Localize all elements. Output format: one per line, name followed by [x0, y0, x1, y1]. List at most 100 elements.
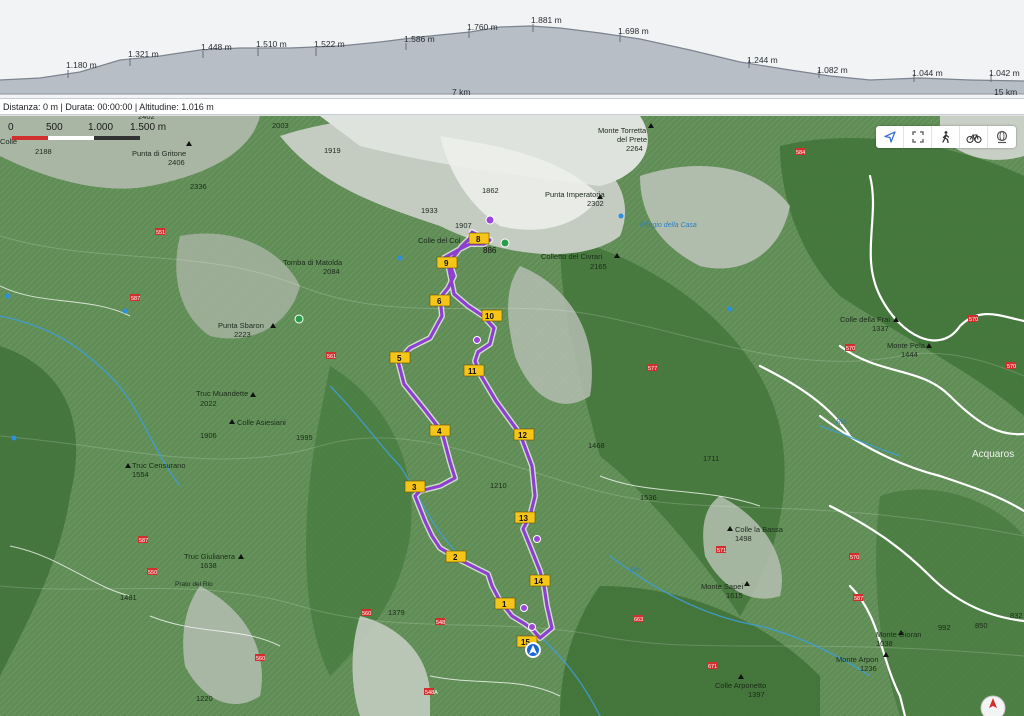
spot-height: 992 [938, 623, 951, 632]
svg-text:584: 584 [796, 150, 805, 156]
map-view[interactable]: Rio Rio 551 587 561 587 550 560 548 577 … [0, 116, 1024, 716]
spot-height: 2402 [138, 116, 155, 121]
peak-label: Truc Muandette [196, 389, 248, 398]
scale-bar-segment [12, 136, 48, 140]
globe-view-button[interactable] [988, 126, 1016, 148]
compass-icon[interactable] [980, 695, 1006, 716]
spot-height: 1711 [703, 454, 719, 463]
waypoint-8[interactable]: 8 [468, 232, 490, 245]
road-tag: 560 [255, 654, 265, 662]
route-pin[interactable] [473, 336, 481, 344]
svg-text:548A: 548A [425, 690, 438, 696]
peak-label: Monte Torretta [598, 126, 647, 135]
svg-text:1.180 m: 1.180 m [66, 60, 97, 70]
svg-text:560: 560 [362, 611, 371, 617]
spot-height: 1862 [482, 186, 499, 195]
peak-height: 1444 [901, 350, 918, 359]
road-tag: 584 [795, 148, 805, 156]
refuge-marker[interactable] [500, 238, 510, 248]
peak-height: 1337 [872, 324, 889, 333]
refuge-marker[interactable] [294, 314, 304, 324]
spot-height: 1379 [388, 608, 405, 617]
road-tag: 561 [326, 352, 336, 360]
peak-label: Monte Arpon [836, 655, 879, 664]
svg-text:2: 2 [453, 553, 458, 562]
route-pin[interactable] [520, 604, 528, 612]
svg-text:671: 671 [708, 664, 717, 670]
svg-text:1: 1 [502, 600, 507, 609]
spot-height: 832 [1010, 611, 1023, 620]
road-tag: 571 [716, 546, 726, 554]
svg-text:570: 570 [850, 555, 859, 561]
road-tag: 587 [853, 594, 863, 602]
locate-arrow-icon [883, 131, 896, 143]
route-pin[interactable] [528, 623, 536, 631]
elevation-profile[interactable]: 1.180 m 1.321 m 1.448 m 1.510 m 1.522 m … [0, 0, 1024, 98]
summit-height: 886 [483, 246, 497, 255]
svg-text:663: 663 [634, 617, 643, 623]
svg-text:570: 570 [969, 317, 978, 323]
water-marker[interactable] [122, 308, 128, 314]
waypoint-2[interactable]: 2 [445, 550, 467, 563]
peak-label: Punta Sbaron [218, 321, 264, 330]
road-tag: 663 [633, 615, 643, 623]
track-info-text: Distanza: 0 m | Durata: 00:00:00 | Altit… [3, 102, 214, 112]
waypoint-5[interactable]: 5 [389, 351, 411, 364]
refuge-label: Rifugio della Casa [640, 222, 697, 229]
waypoint-13[interactable]: 13 [514, 511, 536, 524]
peak-height: 1498 [735, 534, 752, 543]
peak-height: 2022 [200, 399, 217, 408]
svg-text:1.244 m: 1.244 m [747, 55, 778, 65]
waypoint-4[interactable]: 4 [429, 424, 451, 437]
road-tag: 570 [968, 315, 978, 323]
map-toolbar [876, 126, 1016, 148]
spot-height: 850 [975, 621, 988, 630]
waypoint-11[interactable]: 11 [463, 364, 485, 377]
waypoint-1[interactable]: 1 [494, 597, 516, 610]
waypoint-9[interactable]: 9 [436, 256, 458, 269]
distance-label-7km: 7 km [452, 87, 470, 97]
hiking-mode-button[interactable] [932, 126, 960, 148]
svg-text:1.321 m: 1.321 m [128, 49, 159, 59]
cycling-mode-button[interactable] [960, 126, 988, 148]
water-marker[interactable] [11, 435, 17, 441]
waypoint-12[interactable]: 12 [513, 428, 535, 441]
road-tag: 570 [1006, 362, 1016, 370]
waypoint-14[interactable]: 14 [529, 574, 551, 587]
spot-height: 1220 [196, 694, 213, 703]
svg-text:587: 587 [854, 596, 863, 602]
peak-label: Tomba di Matolda [283, 258, 343, 267]
topographic-map[interactable]: Rio Rio 551 587 561 587 550 560 548 577 … [0, 116, 1024, 716]
water-marker[interactable] [5, 293, 11, 299]
waypoint-6[interactable]: 6 [429, 294, 451, 307]
hiking-icon [941, 131, 949, 144]
route-pin[interactable] [533, 535, 541, 543]
road-tag: 587 [138, 536, 148, 544]
road-tag: 570 [845, 344, 855, 352]
svg-text:1.082 m: 1.082 m [817, 65, 848, 75]
svg-text:560: 560 [256, 656, 265, 662]
waypoint-3[interactable]: 3 [404, 480, 426, 493]
road-tag: 587 [130, 294, 140, 302]
svg-text:1.760 m: 1.760 m [467, 22, 498, 32]
peak-label: Monte Sapei [701, 582, 743, 591]
locate-button[interactable] [876, 126, 904, 148]
waypoint-10[interactable]: 10 [481, 309, 503, 322]
fullscreen-button[interactable] [904, 126, 932, 148]
stream-label: Rio [836, 419, 847, 426]
peak-label: Colle Arponetto [715, 681, 766, 690]
water-marker[interactable] [727, 306, 733, 312]
water-marker[interactable] [397, 255, 403, 261]
spot-height: 2336 [190, 182, 207, 191]
water-marker[interactable] [618, 213, 624, 219]
start-location-marker[interactable] [525, 642, 541, 658]
route-pin[interactable] [485, 215, 495, 225]
spot-height: 1536 [640, 493, 657, 502]
svg-text:8: 8 [476, 235, 481, 244]
svg-text:1.448 m: 1.448 m [201, 42, 232, 52]
peak-label: Punta Imperatoria [545, 190, 605, 199]
peak-height: 1638 [200, 561, 217, 570]
globe-icon [996, 130, 1008, 144]
peak-label: Colle la Bassa [735, 525, 784, 534]
scale-label: 1.000 [88, 122, 114, 133]
